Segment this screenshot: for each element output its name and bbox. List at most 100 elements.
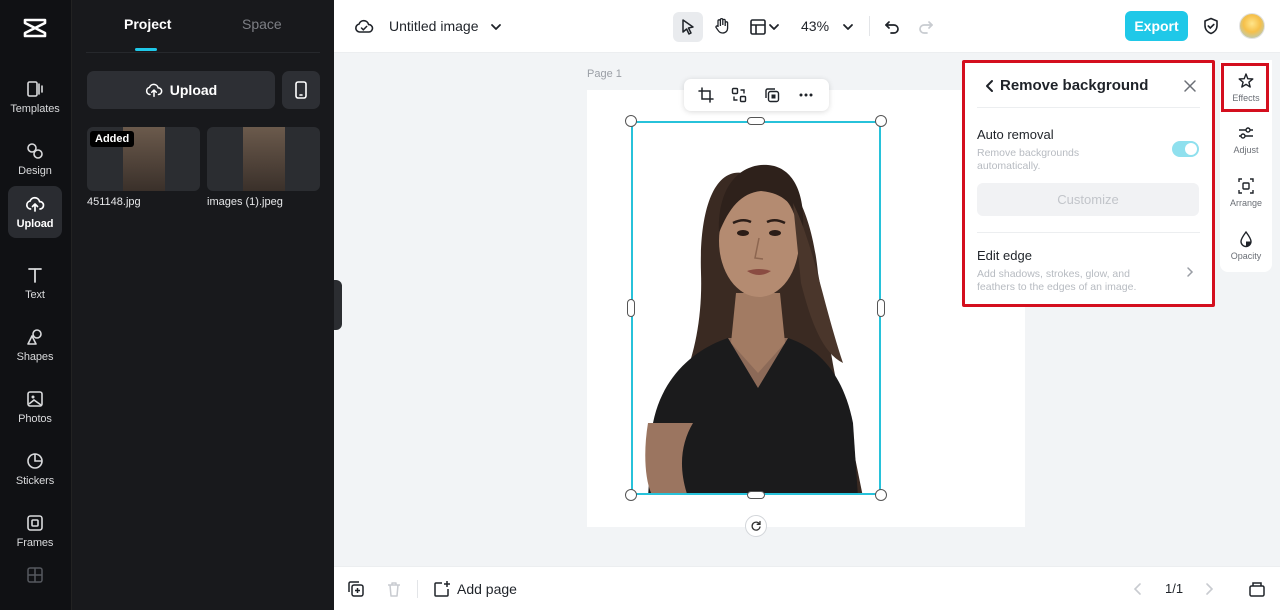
- upload-from-phone-button[interactable]: [282, 71, 320, 109]
- resize-handle-bottom-left[interactable]: [625, 489, 637, 501]
- back-arrow-icon[interactable]: [983, 79, 997, 93]
- chevron-down-icon[interactable]: [486, 17, 506, 37]
- divider: [977, 107, 1200, 108]
- more-options-icon[interactable]: [798, 87, 814, 103]
- panel-title: Remove background: [1000, 77, 1149, 94]
- pointer-select-icon[interactable]: [678, 17, 698, 37]
- text-icon: [28, 268, 42, 283]
- resize-handle-top[interactable]: [747, 117, 765, 125]
- resize-handle-bottom-right[interactable]: [875, 489, 887, 501]
- auto-removal-toggle[interactable]: [1172, 141, 1199, 157]
- portrait-image: [645, 164, 863, 493]
- resize-handle-top-right[interactable]: [875, 115, 887, 127]
- design-icon: [27, 143, 43, 159]
- left-rail: Templates Design Upload Text Shapes Phot…: [0, 0, 71, 610]
- rail-label: Upload: [16, 218, 54, 230]
- next-page-icon[interactable]: [1200, 580, 1218, 598]
- replace-icon[interactable]: [731, 87, 747, 103]
- asset-thumbnail[interactable]: [207, 127, 320, 191]
- templates-icon: [27, 81, 43, 97]
- layout-icon[interactable]: [748, 17, 768, 37]
- chevron-down-icon[interactable]: [838, 17, 858, 37]
- asset-preview-image: [243, 127, 285, 191]
- auto-removal-title: Auto removal: [977, 127, 1054, 142]
- stickers-icon: [27, 453, 43, 469]
- tab-project[interactable]: Project: [124, 16, 171, 32]
- rail-item-stickers[interactable]: Stickers: [8, 442, 62, 496]
- upload-cloud-icon: [145, 83, 163, 98]
- asset-thumbnail[interactable]: Added: [87, 127, 200, 191]
- prop-label: Adjust: [1233, 145, 1259, 155]
- added-badge: Added: [90, 131, 135, 147]
- rail-label: Templates: [10, 103, 60, 115]
- rail-label: Stickers: [15, 475, 55, 487]
- asset-filename: images (1).jpeg: [207, 196, 283, 208]
- edit-edge-description: Add shadows, strokes, glow, and feathers…: [977, 268, 1137, 293]
- divider: [977, 232, 1200, 233]
- frames-icon: [27, 515, 43, 531]
- opacity-drop-icon: [1240, 230, 1252, 248]
- close-icon[interactable]: [1183, 79, 1197, 93]
- add-page-button[interactable]: Add page: [433, 580, 517, 598]
- rotate-handle[interactable]: [745, 515, 767, 537]
- customize-button[interactable]: Customize: [977, 183, 1199, 216]
- rail-item-shapes[interactable]: Shapes: [8, 318, 62, 372]
- resize-handle-right[interactable]: [877, 299, 885, 317]
- page-manager-icon[interactable]: [1248, 580, 1266, 598]
- duplicate-page-icon[interactable]: [347, 580, 365, 598]
- selected-image[interactable]: [631, 121, 881, 495]
- resize-handle-bottom[interactable]: [747, 491, 765, 499]
- previous-page-icon[interactable]: [1129, 580, 1147, 598]
- photos-icon: [27, 391, 43, 407]
- collapse-panel-handle[interactable]: [334, 280, 342, 330]
- upload-button-label: Upload: [169, 82, 218, 98]
- prop-opacity[interactable]: Opacity: [1220, 230, 1272, 261]
- shield-icon[interactable]: [1201, 16, 1221, 36]
- rail-label: Design: [18, 165, 52, 177]
- tab-space[interactable]: Space: [242, 16, 282, 32]
- rail-label: Photos: [18, 413, 52, 425]
- prop-label: Arrange: [1229, 198, 1263, 208]
- cloud-save-icon[interactable]: [354, 17, 374, 37]
- hand-pan-icon[interactable]: [712, 16, 732, 36]
- image-floating-toolbar: [684, 79, 829, 111]
- duplicate-icon[interactable]: [764, 87, 780, 103]
- toolbar-divider: [417, 580, 418, 598]
- prop-adjust[interactable]: Adjust: [1220, 124, 1272, 155]
- chevron-down-icon[interactable]: [767, 17, 781, 37]
- export-button[interactable]: Export: [1125, 11, 1188, 41]
- add-page-label: Add page: [457, 581, 517, 597]
- crop-icon[interactable]: [698, 87, 714, 103]
- page-count: 1/1: [1165, 581, 1184, 596]
- zoom-level[interactable]: 43%: [801, 18, 829, 34]
- shapes-icon: [27, 329, 42, 345]
- bottom-toolbar: Add page 1/1: [334, 566, 1280, 610]
- chevron-right-icon[interactable]: [1185, 266, 1195, 278]
- more-apps-icon[interactable]: [26, 566, 44, 584]
- resize-handle-left[interactable]: [627, 299, 635, 317]
- rail-item-templates[interactable]: Templates: [8, 70, 62, 124]
- rail-label: Shapes: [16, 351, 54, 363]
- user-avatar[interactable]: [1239, 13, 1265, 39]
- trash-icon[interactable]: [385, 580, 403, 598]
- rail-item-upload[interactable]: Upload: [8, 186, 62, 238]
- document-title[interactable]: Untitled image: [389, 18, 479, 34]
- arrange-icon: [1238, 178, 1254, 194]
- upload-button[interactable]: Upload: [87, 71, 275, 109]
- prop-arrange[interactable]: Arrange: [1220, 177, 1272, 208]
- edit-edge-title[interactable]: Edit edge: [977, 248, 1032, 263]
- rotate-icon: [751, 520, 761, 531]
- capcut-logo-icon[interactable]: [22, 14, 48, 40]
- toolbar-divider: [869, 16, 870, 36]
- rail-item-design[interactable]: Design: [8, 132, 62, 186]
- redo-icon[interactable]: [916, 17, 936, 37]
- rail-item-text[interactable]: Text: [8, 256, 62, 310]
- resize-handle-top-left[interactable]: [625, 115, 637, 127]
- active-tab-indicator: [135, 48, 157, 51]
- rail-item-frames[interactable]: Frames: [8, 504, 62, 558]
- asset-filename: 451148.jpg: [87, 196, 141, 208]
- top-toolbar: Untitled image 43% Export: [334, 0, 1280, 53]
- undo-icon[interactable]: [882, 17, 902, 37]
- auto-removal-description: Remove backgrounds automatically.: [977, 147, 1080, 172]
- rail-item-photos[interactable]: Photos: [8, 380, 62, 434]
